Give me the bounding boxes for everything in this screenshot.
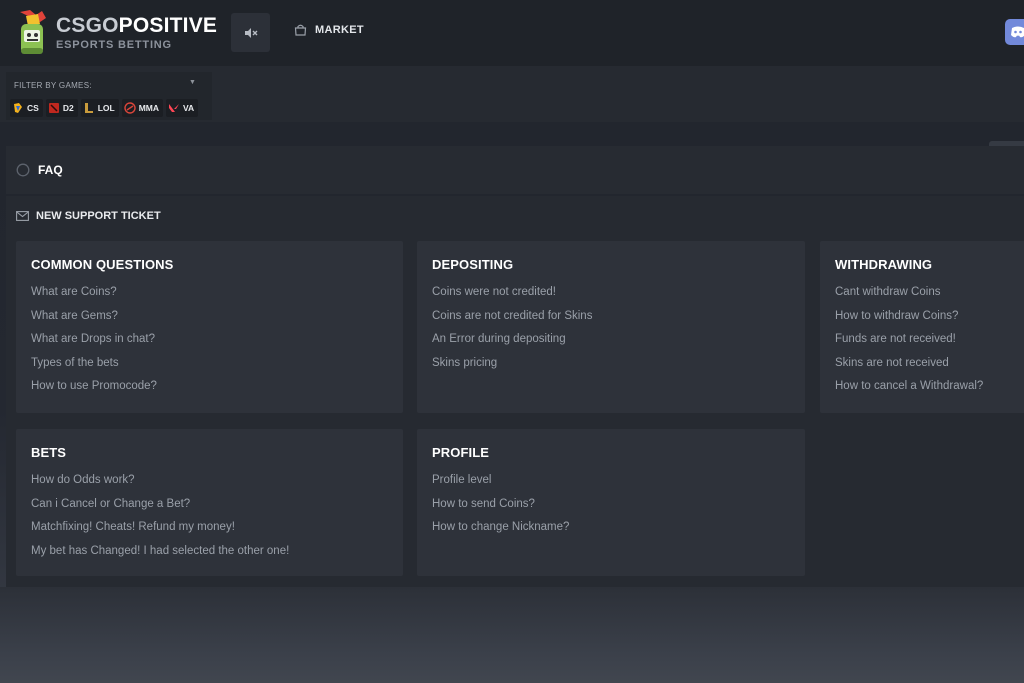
card-title: WITHDRAWING [835, 257, 933, 272]
market-label: MARKET [315, 24, 364, 36]
brand-subtitle: ESPORTS BETTING [56, 39, 172, 51]
card-title: BETS [31, 445, 67, 460]
brand-name[interactable]: CSGOPOSITIVE ESPORTS BETTING [56, 15, 217, 52]
game-filter-bar: FILTER BY GAMES: ▼ CS D2 LOL MMA VA [0, 66, 1024, 180]
cs-icon [14, 103, 22, 113]
faq-question-link[interactable]: How to withdraw Coins? [835, 309, 1015, 333]
game-chip-mma[interactable]: MMA [121, 99, 163, 117]
faq-question-link[interactable]: How to cancel a Withdrawal? [835, 379, 1015, 403]
speaker-muted-icon [244, 27, 257, 38]
discord-icon [1011, 26, 1024, 38]
faq-card-common-questions: COMMON QUESTIONS What are Coins? What ar… [16, 241, 403, 413]
game-chip-d2[interactable]: D2 [45, 99, 78, 117]
game-chip-va[interactable]: VA [166, 99, 199, 117]
discord-button[interactable] [1005, 19, 1024, 45]
faq-question-link[interactable]: An Error during depositing [432, 332, 790, 356]
faq-question-link[interactable]: What are Drops in chat? [31, 332, 388, 356]
faq-question-link[interactable]: Coins are not credited for Skins [432, 309, 790, 333]
filter-label: FILTER BY GAMES: [14, 81, 92, 90]
valorant-icon [169, 104, 179, 112]
game-chip-label: LOL [97, 103, 115, 113]
game-chip-label: MMA [138, 103, 159, 113]
faq-header: FAQ [6, 146, 1024, 194]
faq-question-link[interactable]: Matchfixing! Cheats! Refund my money! [31, 520, 388, 544]
brand-logo-icon[interactable] [12, 8, 52, 56]
lol-icon [84, 103, 93, 113]
faq-card-profile: PROFILE Profile level How to send Coins?… [417, 429, 805, 576]
question-circle-icon [16, 163, 30, 177]
game-filter-panel: FILTER BY GAMES: ▼ CS D2 LOL MMA VA [6, 72, 212, 120]
shopping-bag-icon [294, 24, 307, 36]
new-support-ticket-link[interactable]: NEW SUPPORT TICKET [16, 210, 161, 222]
game-chip-label: CS [27, 103, 39, 113]
market-link[interactable]: MARKET [294, 24, 364, 36]
faq-question-link[interactable]: My bet has Changed! I had selected the o… [31, 544, 388, 568]
faq-question-link[interactable]: Cant withdraw Coins [835, 285, 1015, 309]
faq-question-link[interactable]: How do Odds work? [31, 473, 388, 497]
faq-question-link[interactable]: Skins are not received [835, 356, 1015, 380]
brand-title-main: POSITIVE [118, 14, 218, 37]
card-title: COMMON QUESTIONS [31, 257, 174, 272]
faq-question-link[interactable]: How to send Coins? [432, 497, 790, 521]
brand-title: CSGOPOSITIVE [56, 15, 217, 37]
envelope-icon [16, 211, 29, 221]
game-chips: CS D2 LOL MMA VA [10, 99, 199, 117]
faq-question-link[interactable]: What are Gems? [31, 309, 388, 333]
mma-icon [123, 102, 136, 114]
faq-question-link[interactable]: Skins pricing [432, 356, 790, 380]
card-title: PROFILE [432, 445, 490, 460]
faq-question-link[interactable]: Funds are not received! [835, 332, 1015, 356]
top-header: CSGOPOSITIVE ESPORTS BETTING MARKET [0, 0, 1024, 66]
game-chip-label: D2 [62, 103, 74, 113]
faq-card-depositing: DEPOSITING Coins were not credited! Coin… [417, 241, 805, 413]
faq-card-bets: BETS How do Odds work? Can i Cancel or C… [16, 429, 403, 576]
faq-question-link[interactable]: Types of the bets [31, 356, 388, 380]
brand-title-prefix: CSGO [56, 14, 119, 37]
faq-question-link[interactable]: Coins were not credited! [432, 285, 790, 309]
faq-question-link[interactable]: What are Coins? [31, 285, 388, 309]
faq-title: FAQ [38, 163, 63, 177]
faq-content-panel: NEW SUPPORT TICKET COMMON QUESTIONS What… [6, 196, 1024, 587]
new-support-ticket-label: NEW SUPPORT TICKET [36, 210, 161, 222]
page-background-footer [0, 587, 1024, 683]
card-title: DEPOSITING [432, 257, 514, 272]
faq-question-link[interactable]: How to change Nickname? [432, 520, 790, 544]
faq-question-link[interactable]: Profile level [432, 473, 790, 497]
faq-question-link[interactable]: How to use Promocode? [31, 379, 388, 403]
filter-dropdown-caret-icon[interactable]: ▼ [189, 79, 196, 86]
game-chip-label: VA [183, 103, 195, 113]
game-chip-cs[interactable]: CS [10, 99, 43, 117]
faq-question-link[interactable]: Can i Cancel or Change a Bet? [31, 497, 388, 521]
dota2-icon [48, 103, 59, 113]
game-chip-lol[interactable]: LOL [80, 99, 119, 117]
mute-sound-button[interactable] [231, 13, 270, 52]
faq-card-withdrawing: WITHDRAWING Cant withdraw Coins How to w… [820, 241, 1024, 413]
